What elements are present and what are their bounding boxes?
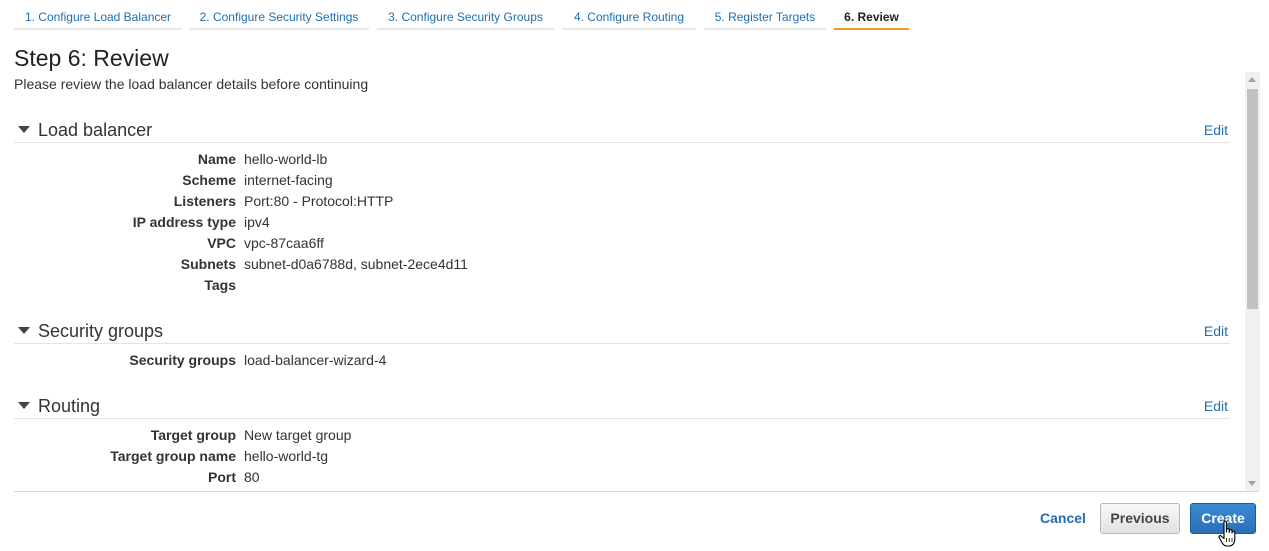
cancel-button[interactable]: Cancel [1030, 503, 1096, 533]
section-title: Routing [38, 396, 101, 416]
detail-row: Target group New target group [14, 427, 1230, 448]
section-header-load-balancer[interactable]: Load balancer Edit [14, 114, 1230, 143]
detail-row: IP address type ipv4 [14, 214, 1230, 235]
hand-cursor-icon [1218, 520, 1236, 547]
vertical-scrollbar[interactable] [1245, 72, 1260, 491]
section-security-groups: Security groups Edit Security groups loa… [14, 315, 1230, 375]
edit-security-groups-link[interactable]: Edit [1204, 323, 1228, 339]
edit-routing-link[interactable]: Edit [1204, 398, 1228, 414]
detail-key: Name [197, 151, 236, 167]
detail-row: Subnets subnet-d0a6788d, subnet-2ece4d11 [14, 256, 1230, 277]
section-header-routing[interactable]: Routing Edit [14, 390, 1230, 419]
caret-down-icon[interactable] [18, 126, 30, 133]
scroll-down-arrow-icon[interactable] [1248, 481, 1256, 486]
tab-configure-security-groups[interactable]: 3. Configure Security Groups [377, 0, 554, 30]
section-routing: Routing Edit Target group New target gro… [14, 390, 1230, 491]
detail-key: Target group [150, 427, 236, 443]
previous-button[interactable]: Previous [1100, 503, 1180, 534]
detail-row: Scheme internet-facing [14, 172, 1230, 193]
detail-key: Port [208, 469, 236, 485]
section-load-balancer: Load balancer Edit Name hello-world-lb S… [14, 114, 1230, 304]
detail-key: Subnets [180, 256, 236, 272]
detail-key: Scheme [182, 172, 236, 188]
detail-value: vpc-87caa6ff [244, 235, 324, 251]
review-content[interactable]: Load balancer Edit Name hello-world-lb S… [14, 110, 1259, 492]
detail-key: Tags [204, 277, 236, 293]
detail-value: Port:80 - Protocol:HTTP [244, 193, 394, 209]
detail-row: Port 80 [14, 469, 1230, 490]
scroll-up-arrow-icon[interactable] [1248, 77, 1256, 82]
detail-row: VPC vpc-87caa6ff [14, 235, 1230, 256]
tab-configure-load-balancer[interactable]: 1. Configure Load Balancer [14, 0, 182, 30]
detail-key: VPC [207, 235, 236, 251]
detail-row: Listeners Port:80 - Protocol:HTTP [14, 193, 1230, 214]
detail-value: hello-world-tg [244, 448, 329, 464]
detail-value: load-balancer-wizard-4 [244, 352, 387, 368]
detail-row: Target group name hello-world-tg [14, 448, 1230, 469]
section-header-security-groups[interactable]: Security groups Edit [14, 315, 1230, 344]
section-title: Load balancer [38, 120, 153, 140]
detail-value: ipv4 [244, 214, 270, 230]
detail-value: internet-facing [244, 172, 333, 188]
tab-configure-routing[interactable]: 4. Configure Routing [562, 0, 696, 30]
caret-down-icon[interactable] [18, 402, 30, 409]
tab-register-targets[interactable]: 5. Register Targets [704, 0, 826, 30]
scrollbar-thumb[interactable] [1247, 89, 1258, 309]
section-title: Security groups [38, 321, 164, 341]
detail-row: Tags [14, 277, 1230, 298]
detail-key: Security groups [129, 352, 236, 368]
detail-row: Security groups load-balancer-wizard-4 [14, 352, 1230, 373]
detail-value: New target group [244, 427, 352, 443]
detail-row: Name hello-world-lb [14, 151, 1230, 172]
tab-review[interactable]: 6. Review [834, 0, 909, 30]
detail-value: hello-world-lb [244, 151, 328, 167]
page-title: Step 6: Review [14, 45, 169, 71]
detail-value: subnet-d0a6788d, subnet-2ece4d11 [244, 256, 468, 272]
detail-key: Listeners [173, 193, 236, 209]
caret-down-icon[interactable] [18, 327, 30, 334]
page-subtitle: Please review the load balancer details … [14, 76, 369, 92]
detail-key: IP address type [132, 214, 236, 230]
detail-value: 80 [244, 469, 260, 485]
tab-configure-security-settings[interactable]: 2. Configure Security Settings [189, 0, 369, 30]
edit-load-balancer-link[interactable]: Edit [1204, 122, 1228, 138]
detail-key: Target group name [110, 448, 236, 464]
